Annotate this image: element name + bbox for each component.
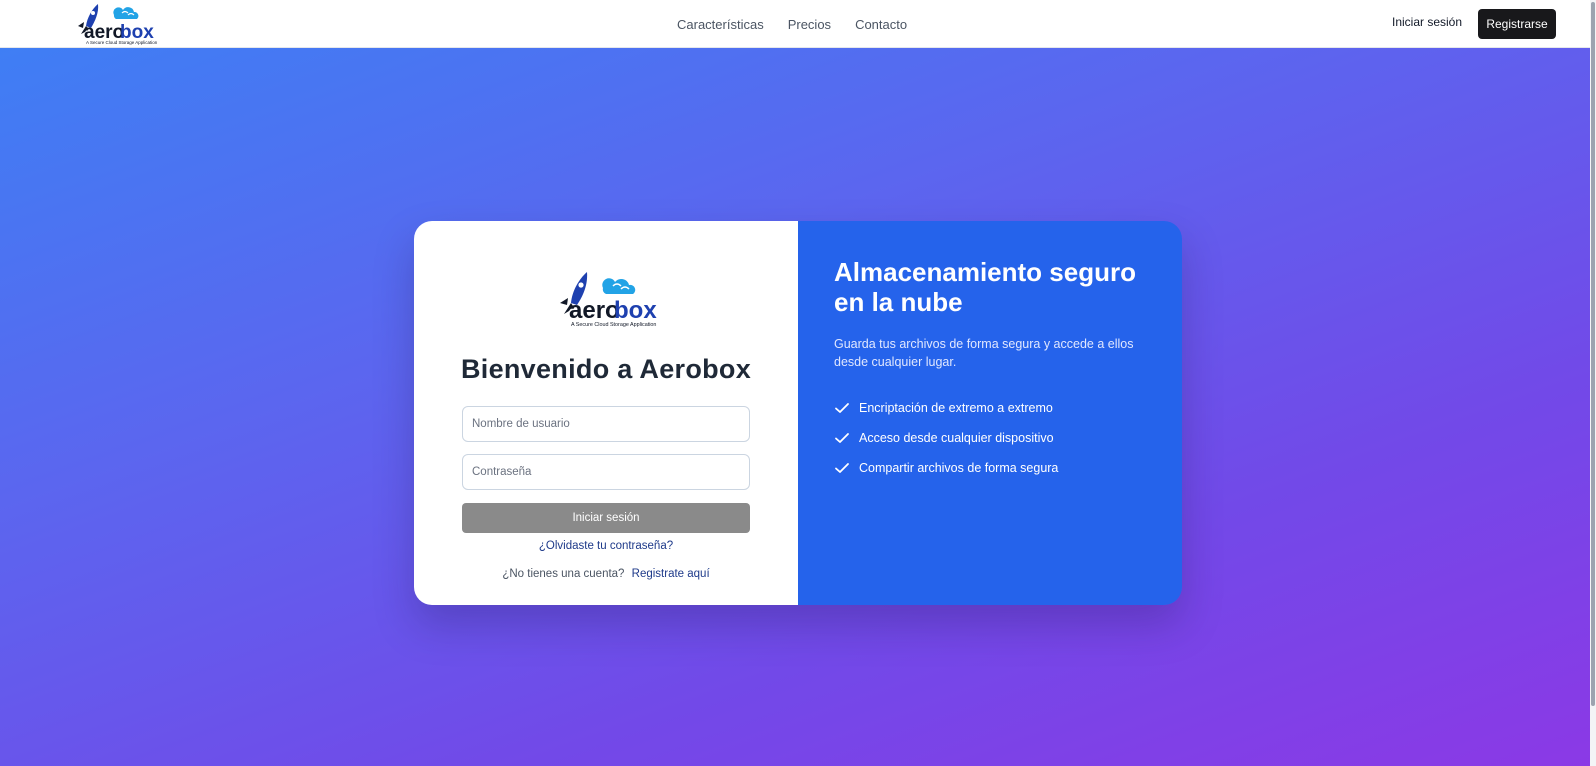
- nav-link-features[interactable]: Características: [677, 17, 764, 32]
- info-description: Guarda tus archivos de forma segura y ac…: [834, 337, 1134, 369]
- check-icon: [835, 403, 849, 413]
- no-account-text: ¿No tienes una cuenta?: [502, 568, 625, 580]
- signup-prompt: ¿No tienes una cuenta? Registrate aquí: [414, 568, 798, 580]
- nav-links: Características Precios Contacto: [677, 0, 907, 48]
- password-input[interactable]: [462, 454, 750, 490]
- top-navbar: aero box A Secure Cloud Storage Applicat…: [0, 0, 1596, 48]
- scrollbar-thumb[interactable]: [1591, 2, 1595, 706]
- welcome-title: Bienvenido a Aerobox: [460, 354, 752, 384]
- feature-label: Compartir archivos de forma segura: [859, 461, 1059, 475]
- check-icon: [835, 433, 849, 443]
- nav-register-button[interactable]: Registrarse: [1478, 9, 1556, 39]
- login-card: aero box A Secure Cloud Storage Applicat…: [414, 221, 1182, 605]
- feature-item: Encriptación de extremo a extremo: [834, 393, 1058, 423]
- signup-link[interactable]: Registrate aquí: [632, 568, 710, 580]
- check-icon: [835, 463, 849, 473]
- feature-label: Encriptación de extremo a extremo: [859, 401, 1053, 415]
- info-panel: Almacenamiento seguro en la nube Guarda …: [798, 221, 1182, 605]
- aerobox-logo[interactable]: aero box A Secure Cloud Storage Applicat…: [70, 1, 162, 45]
- feature-item: Acceso desde cualquier dispositivo: [834, 423, 1058, 453]
- login-panel: aero box A Secure Cloud Storage Applicat…: [414, 221, 798, 605]
- feature-list: Encriptación de extremo a extremo Acceso…: [834, 393, 1058, 483]
- forgot-password-link[interactable]: ¿Olvidaste tu contraseña?: [414, 540, 798, 552]
- nav-link-pricing[interactable]: Precios: [788, 17, 831, 32]
- card-logo-text-box: box: [614, 297, 657, 324]
- info-title: Almacenamiento seguro en la nube: [834, 257, 1136, 317]
- aerobox-card-logo: aero box A Secure Cloud Storage Applicat…: [560, 272, 657, 328]
- nav-login-link[interactable]: Iniciar sesión: [1392, 15, 1462, 29]
- card-logo-text-aero: aero: [569, 297, 620, 324]
- nav-link-contact[interactable]: Contacto: [855, 17, 907, 32]
- username-input[interactable]: [462, 406, 750, 442]
- login-submit-button[interactable]: Iniciar sesión: [462, 503, 750, 533]
- logo-tagline: A Secure Cloud Storage Application: [86, 40, 158, 45]
- feature-item: Compartir archivos de forma segura: [834, 453, 1058, 483]
- card-logo-tagline: A Secure Cloud Storage Application: [571, 322, 656, 328]
- feature-label: Acceso desde cualquier dispositivo: [859, 431, 1054, 445]
